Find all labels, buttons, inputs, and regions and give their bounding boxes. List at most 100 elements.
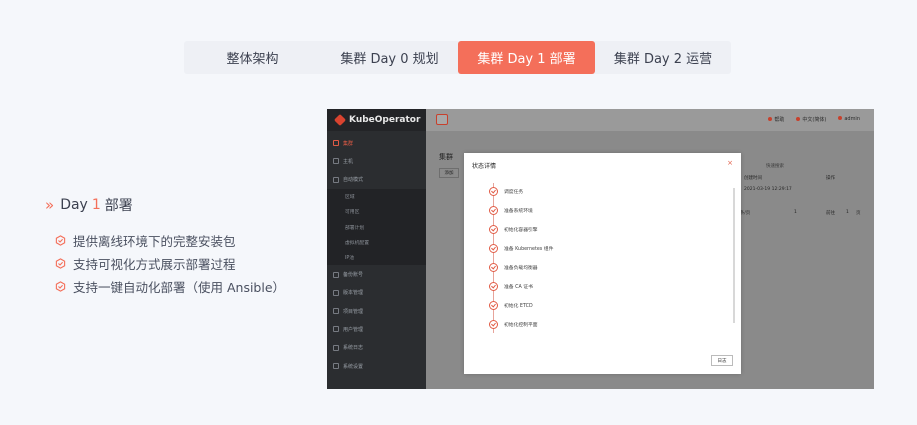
version-icon bbox=[333, 289, 339, 296]
submenu-item-zone[interactable]: 可用区 bbox=[327, 204, 426, 219]
log-icon bbox=[333, 344, 339, 351]
goto-label: 前往 bbox=[826, 211, 835, 216]
menu-toggle-icon[interactable] bbox=[436, 114, 448, 125]
sidebar-item-host[interactable]: 主机 bbox=[327, 152, 426, 170]
top-bar-actions: 帮助 中文(简体) admin bbox=[768, 116, 860, 123]
user-icon bbox=[838, 116, 843, 120]
feature-item-text: 支持一键自动化部署（使用 Ansible） bbox=[73, 280, 286, 295]
feature-item-text: 支持可视化方式展示部署过程 bbox=[73, 257, 236, 272]
sidebar-item-version[interactable]: 版本管理 bbox=[327, 284, 426, 302]
tab-day1[interactable]: 集群 Day 1 部署 bbox=[458, 41, 595, 74]
sidebar-item-label: 系统设置 bbox=[343, 363, 364, 370]
feature-item-text: 提供离线环境下的完整安装包 bbox=[73, 234, 236, 249]
backup-icon bbox=[333, 271, 339, 278]
sidebar-item-user[interactable]: 用户管理 bbox=[327, 320, 426, 338]
sidebar-item-log[interactable]: 系统日志 bbox=[327, 339, 426, 357]
sidebar-item-label: 自动模式 bbox=[343, 177, 364, 184]
goto-page-input[interactable]: 1 bbox=[846, 210, 849, 215]
sidebar-item-label: 系统日志 bbox=[343, 345, 364, 352]
feature-item: 支持可视化方式展示部署过程 bbox=[55, 252, 285, 275]
dialog-scrollbar[interactable] bbox=[733, 188, 735, 323]
sidebar-item-project[interactable]: 项目管理 bbox=[327, 302, 426, 320]
auto-mode-icon bbox=[333, 176, 339, 183]
step-label: 准备系统环境 bbox=[504, 208, 533, 214]
page-title: 集群 bbox=[439, 153, 453, 161]
timeline-step: 初始化 ETCD bbox=[487, 299, 533, 311]
feature-list: 提供离线环境下的完整安装包 支持可视化方式展示部署过程 支持一键自动化部署（使用… bbox=[55, 229, 285, 298]
step-label: 准备 CA 证书 bbox=[504, 284, 533, 290]
gear-icon bbox=[333, 363, 339, 369]
product-screenshot: KubeOperator 集群 主机 自动模式 区域 可用区 部署计划 虚拟机配… bbox=[327, 109, 874, 389]
sidebar: KubeOperator 集群 主机 自动模式 区域 可用区 部署计划 虚拟机配… bbox=[327, 109, 426, 389]
cluster-icon bbox=[333, 140, 339, 147]
timeline-step: 准备 Kubernetes 组件 bbox=[487, 242, 553, 254]
goto-unit: 页 bbox=[856, 211, 861, 216]
tab-day0[interactable]: 集群 Day 0 规划 bbox=[321, 41, 458, 74]
step-label: 初始化容器引擎 bbox=[504, 227, 538, 233]
double-chevron-icon: » bbox=[45, 196, 54, 214]
help-label: 帮助 bbox=[774, 117, 785, 123]
user-icon bbox=[333, 326, 339, 333]
check-circle-icon bbox=[489, 319, 498, 329]
project-icon bbox=[333, 308, 339, 315]
language-label: 中文(简体) bbox=[802, 117, 827, 123]
tab-day2[interactable]: 集群 Day 2 运营 bbox=[595, 41, 731, 74]
kubeoperator-logo-icon bbox=[333, 113, 347, 127]
status-detail-dialog: 状态详情 × 调度任务 准备系统环境 初始化容器引擎 准备 Kubernetes… bbox=[464, 153, 741, 374]
sidebar-item-label: 主机 bbox=[343, 158, 354, 165]
timeline-step: 初始化容器引擎 bbox=[487, 223, 538, 235]
page-number[interactable]: 1 bbox=[794, 210, 797, 215]
timeline-step: 初始化控制平面 bbox=[487, 318, 538, 330]
feature-title: » Day 1 部署 bbox=[45, 195, 285, 215]
step-label: 准备负载均衡器 bbox=[504, 265, 538, 271]
timeline-step: 准备 CA 证书 bbox=[487, 280, 533, 292]
feature-panel: » Day 1 部署 提供离线环境下的完整安装包 支持可视化方式展示部署过程 支… bbox=[45, 195, 285, 298]
created-time: 2021-03-19 12:29:17 bbox=[744, 187, 792, 192]
sidebar-item-settings[interactable]: 系统设置 bbox=[327, 357, 426, 375]
check-circle-icon bbox=[489, 186, 498, 196]
search-input[interactable]: 快速搜索 bbox=[766, 163, 784, 169]
timeline-step: 准备负载均衡器 bbox=[487, 261, 538, 273]
submenu-item-region[interactable]: 区域 bbox=[327, 189, 426, 204]
tab-bar: 整体架构 集群 Day 0 规划 集群 Day 1 部署 集群 Day 2 运营 bbox=[184, 41, 731, 74]
step-label: 初始化 ETCD bbox=[504, 303, 533, 309]
feature-title-suffix: 部署 bbox=[104, 198, 133, 214]
step-label: 调度任务 bbox=[504, 189, 524, 195]
step-label: 准备 Kubernetes 组件 bbox=[504, 246, 554, 252]
check-circle-icon bbox=[489, 262, 498, 272]
sidebar-item-label: 版本管理 bbox=[343, 290, 364, 297]
log-button[interactable]: 日志 bbox=[711, 355, 733, 366]
sidebar-item-cluster[interactable]: 集群 bbox=[327, 134, 426, 152]
step-timeline: 调度任务 准备系统环境 初始化容器引擎 准备 Kubernetes 组件 准备负… bbox=[487, 183, 732, 335]
submenu-item-vm-config[interactable]: 虚拟机配置 bbox=[327, 235, 426, 250]
timeline-step: 调度任务 bbox=[487, 185, 523, 197]
sidebar-item-backup[interactable]: 备份账号 bbox=[327, 265, 426, 283]
logo-text: KubeOperator bbox=[349, 115, 421, 125]
sidebar-item-label: 项目管理 bbox=[343, 308, 364, 315]
add-button[interactable]: 添加 bbox=[439, 168, 459, 178]
sidebar-item-auto-mode[interactable]: 自动模式 bbox=[327, 171, 426, 189]
help-menu[interactable]: 帮助 bbox=[768, 116, 784, 123]
check-shield-icon bbox=[55, 258, 66, 269]
sidebar-item-label: 备份账号 bbox=[343, 272, 364, 279]
check-circle-icon bbox=[489, 243, 498, 253]
feature-item: 提供离线环境下的完整安装包 bbox=[55, 229, 285, 252]
top-bar: 帮助 中文(简体) admin bbox=[426, 109, 874, 131]
submenu-item-plan[interactable]: 部署计划 bbox=[327, 219, 426, 234]
check-circle-icon bbox=[489, 300, 498, 310]
close-icon[interactable]: × bbox=[727, 159, 733, 167]
step-label: 初始化控制平面 bbox=[504, 322, 538, 328]
user-label: admin bbox=[844, 116, 860, 122]
check-shield-icon bbox=[55, 235, 66, 246]
feature-title-text: Day bbox=[60, 197, 88, 213]
sidebar-item-label: 集群 bbox=[343, 140, 354, 147]
user-menu[interactable]: admin bbox=[838, 116, 860, 123]
tab-architecture[interactable]: 整体架构 bbox=[184, 41, 321, 74]
check-circle-icon bbox=[489, 281, 498, 291]
sidebar-menu: 集群 主机 自动模式 区域 可用区 部署计划 虚拟机配置 IP池 备份账号 版本… bbox=[327, 134, 426, 375]
timeline-step: 准备系统环境 bbox=[487, 204, 533, 216]
submenu-item-ip-pool[interactable]: IP池 bbox=[327, 250, 426, 265]
language-icon bbox=[796, 117, 801, 121]
check-circle-icon bbox=[489, 205, 498, 215]
language-menu[interactable]: 中文(简体) bbox=[796, 116, 826, 123]
